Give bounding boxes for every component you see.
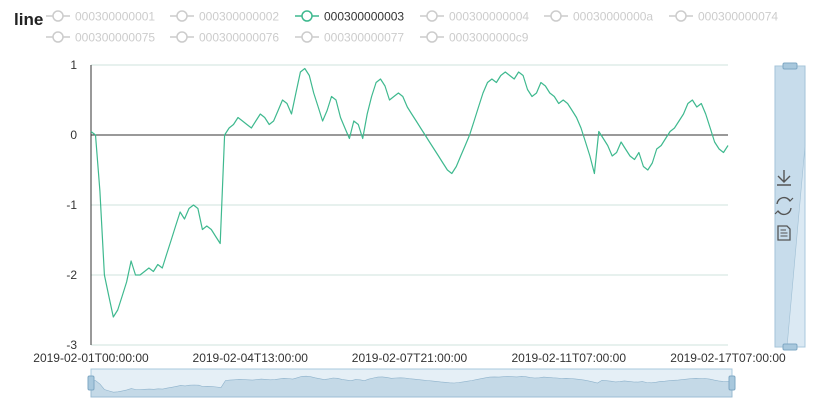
legend-circle-marker [426, 10, 438, 22]
legend-label: 000300000077 [324, 31, 404, 45]
legend-circle-marker [301, 10, 313, 22]
chart-canvas: line 000300000001 000300000002 00030000000… [14, 10, 806, 398]
zoom-handle[interactable] [728, 375, 736, 391]
legend-label: 000300000002 [199, 10, 279, 24]
zoom-handle[interactable] [782, 343, 798, 351]
legend-item[interactable]: 000300000002 [170, 10, 279, 24]
y-tick-label: -3 [66, 338, 77, 352]
legend-label: 0003000000c9 [449, 31, 529, 45]
x-tick-label: 2019-02-07T21:00:00 [352, 351, 468, 365]
legend-circle-marker [52, 10, 64, 22]
legend-label: 000300000075 [75, 31, 155, 45]
legend-item[interactable]: 000300000076 [170, 31, 279, 45]
x-tick-label: 2019-02-11T07:00:00 [511, 351, 626, 365]
legend: 000300000001 000300000002 000300000003 0003… [46, 10, 778, 45]
legend-circle-marker [176, 10, 188, 22]
legend-circle-marker [52, 31, 64, 43]
legend-item[interactable]: 000300000075 [46, 31, 155, 45]
x-axis: 2019-02-01T00:00:00 2019-02-04T13:00:00 20… [33, 351, 786, 365]
legend-item[interactable]: 0003000000c9 [420, 31, 529, 45]
legend-item[interactable]: 000300000003 [295, 10, 404, 24]
zoom-handle[interactable] [87, 375, 95, 391]
legend-circle-marker [176, 31, 188, 43]
legend-item[interactable]: 000300000077 [295, 31, 404, 45]
legend-label: 000300000004 [449, 10, 529, 24]
legend-item[interactable]: 000300000001 [46, 10, 155, 24]
legend-label: 000300000003 [324, 10, 404, 24]
legend-circle-marker [301, 31, 313, 43]
x-tick-label: 2019-02-04T13:00:00 [193, 351, 309, 365]
y-tick-label: 1 [70, 58, 77, 72]
legend-label: 000300000001 [75, 10, 155, 24]
legend-circle-marker [675, 10, 687, 22]
x-tick-label: 2019-02-17T07:00:00 [670, 351, 786, 365]
chart-title: line [14, 10, 43, 29]
y-axis: 1 0 -1 -2 -3 [66, 58, 92, 352]
legend-label: 000300000076 [199, 31, 279, 45]
zoom-handle[interactable] [782, 62, 798, 70]
x-tick-label: 2019-02-01T00:00:00 [33, 351, 149, 365]
legend-item[interactable]: 000300000004 [420, 10, 529, 24]
series-layer [90, 67, 729, 318]
legend-circle-marker [426, 31, 438, 43]
grid [91, 64, 728, 346]
legend-item[interactable]: 000300000074 [669, 10, 778, 24]
legend-item[interactable]: 00030000000a [544, 10, 653, 24]
y-tick-label: -1 [66, 198, 77, 212]
y-tick-label: -2 [66, 268, 77, 282]
y-tick-label: 0 [70, 128, 77, 142]
series-line [90, 67, 729, 318]
legend-label: 000300000074 [698, 10, 778, 24]
horizontal-zoom-slider[interactable] [87, 368, 736, 398]
legend-label: 00030000000a [573, 10, 653, 24]
legend-circle-marker [550, 10, 562, 22]
vertical-zoom-slider[interactable] [774, 62, 806, 351]
